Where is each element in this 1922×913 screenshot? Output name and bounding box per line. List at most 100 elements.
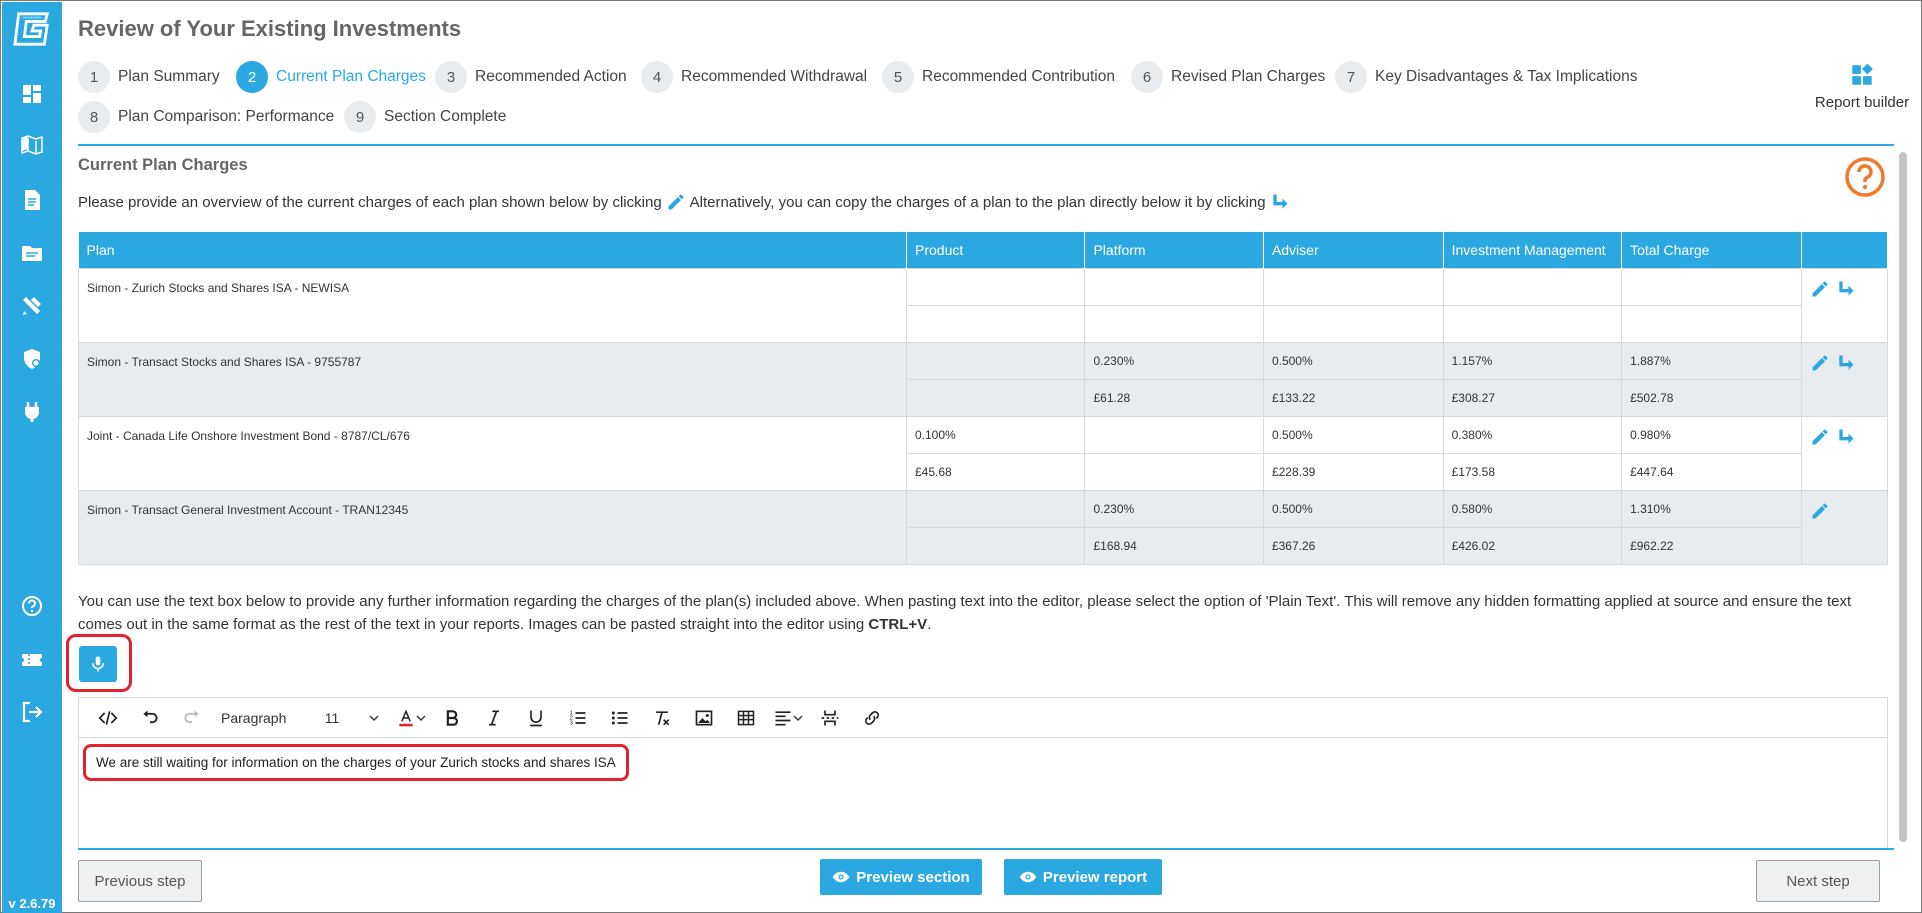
step-5[interactable]: 5 Recommended Contribution	[882, 60, 1115, 94]
edit-pencil-icon[interactable]	[1810, 279, 1830, 299]
editor-content-area[interactable]: We are still waiting for information on …	[79, 738, 1887, 848]
insert-link-button[interactable]	[855, 704, 889, 732]
table-row: Simon - Zurich Stocks and Shares ISA - N…	[78, 267, 1889, 343]
italic-icon	[489, 710, 499, 725]
step-8[interactable]: 8 Plan Comparison: Performance	[78, 100, 334, 134]
document-icon[interactable]	[17, 185, 47, 215]
redo-button[interactable]	[175, 704, 209, 732]
ticket-icon[interactable]	[17, 645, 47, 675]
plan-name-cell: Joint - Canada Life Onshore Investment B…	[78, 415, 907, 491]
bullet-list-button[interactable]	[603, 704, 637, 732]
step-1[interactable]: 1 Plan Summary	[78, 60, 220, 94]
table-cell	[1084, 415, 1264, 454]
step-6[interactable]: 6 Revised Plan Charges	[1131, 60, 1325, 94]
header-divider	[78, 144, 1894, 146]
table-cell: 0.500%	[1262, 415, 1444, 454]
insert-image-button[interactable]	[687, 704, 721, 732]
tools-icon[interactable]	[17, 291, 47, 321]
page-title: Review of Your Existing Investments	[78, 16, 462, 41]
preview-section-button[interactable]: Preview section	[820, 859, 982, 895]
microphone-icon	[92, 656, 104, 672]
table-cell	[1621, 267, 1802, 306]
table-cell: 0.380%	[1442, 415, 1623, 454]
bullet-list-icon	[611, 711, 628, 724]
table-cell: 0.230%	[1084, 341, 1264, 380]
table-cell: £61.28	[1084, 378, 1264, 417]
page-break-button[interactable]	[813, 704, 847, 732]
editor-text[interactable]: We are still waiting for information on …	[83, 744, 629, 781]
align-button[interactable]	[771, 704, 805, 732]
table-cell: 0.980%	[1621, 415, 1802, 454]
shield-user-icon[interactable]	[17, 344, 47, 374]
report-builder-label: Report builder	[1814, 94, 1910, 111]
table-cell: £502.78	[1621, 378, 1802, 417]
code-icon	[98, 710, 118, 725]
underline-button[interactable]	[519, 704, 553, 732]
chevron-down-icon	[416, 715, 426, 721]
row-actions	[1800, 341, 1889, 417]
italic-button[interactable]	[477, 704, 511, 732]
dashboard-icon[interactable]	[17, 79, 47, 109]
table-cell	[1084, 452, 1264, 491]
table-cell	[905, 378, 1086, 417]
copy-down-arrow-icon[interactable]	[1836, 353, 1856, 373]
help-icon[interactable]	[17, 591, 47, 621]
column-header: Investment Management	[1443, 232, 1623, 268]
bold-icon	[446, 709, 458, 726]
app-frame: v 2.6.79 Review of Your Existing Investm…	[0, 0, 1922, 913]
bold-button[interactable]	[435, 704, 469, 732]
step-2[interactable]: 2 Current Plan Charges	[236, 60, 426, 94]
edit-pencil-icon[interactable]	[1810, 501, 1830, 521]
step-3[interactable]: 3 Recommended Action	[435, 60, 627, 94]
logout-icon[interactable]	[17, 697, 47, 727]
preview-report-button[interactable]: Preview report	[1004, 859, 1162, 895]
column-header: Total Charge	[1621, 232, 1802, 268]
text-color-button[interactable]	[395, 704, 427, 732]
content-scrollbar[interactable]	[1898, 152, 1908, 852]
step-7[interactable]: 7 Key Disadvantages & Tax Implications	[1335, 60, 1638, 94]
rich-text-editor: Paragraph 11 123 We are still waiting fo…	[78, 697, 1888, 849]
table-cell	[905, 489, 1086, 528]
help-circle-icon[interactable]	[1844, 156, 1886, 198]
folder-icon[interactable]	[17, 238, 47, 268]
table-cell: £367.26	[1262, 526, 1444, 565]
mic-highlight	[66, 634, 132, 692]
edit-pencil-icon[interactable]	[1810, 353, 1830, 373]
copy-down-arrow-icon[interactable]	[1836, 279, 1856, 299]
table-cell	[1084, 267, 1264, 306]
dictation-button[interactable]	[79, 646, 117, 682]
table-cell: 0.230%	[1084, 489, 1264, 528]
app-logo[interactable]	[13, 10, 51, 48]
notes-instructions: You can use the text box below to provid…	[78, 593, 1852, 633]
source-code-button[interactable]	[91, 704, 125, 732]
undo-icon	[143, 710, 158, 723]
step-4[interactable]: 4 Recommended Withdrawal	[641, 60, 867, 94]
copy-down-arrow-icon[interactable]	[1836, 427, 1856, 447]
numbered-list-button[interactable]: 123	[561, 704, 595, 732]
edit-pencil-icon[interactable]	[1810, 427, 1830, 447]
plan-name-cell: Simon - Zurich Stocks and Shares ISA - N…	[78, 267, 907, 343]
table-icon	[737, 710, 755, 725]
underline-icon	[530, 710, 542, 726]
clear-formatting-button[interactable]	[645, 704, 679, 732]
font-size-select[interactable]: 11	[317, 704, 387, 732]
table-cell	[1442, 267, 1623, 306]
book-map-icon[interactable]	[17, 130, 47, 160]
step-9[interactable]: 9 Section Complete	[344, 100, 506, 134]
scrollbar-thumb[interactable]	[1899, 152, 1907, 842]
pencil-icon	[668, 194, 684, 210]
plug-icon[interactable]	[17, 397, 47, 427]
text-color-icon	[399, 708, 413, 726]
insert-table-button[interactable]	[729, 704, 763, 732]
table-cell	[1262, 304, 1444, 343]
undo-button[interactable]	[133, 704, 167, 732]
table-cell: 0.580%	[1442, 489, 1623, 528]
table-cell	[905, 526, 1086, 565]
next-step-button[interactable]: Next step	[1756, 860, 1880, 902]
block-format-select[interactable]: Paragraph	[217, 704, 309, 732]
report-builder-button[interactable]: Report builder	[1792, 62, 1922, 112]
table-cell: £168.94	[1084, 526, 1264, 565]
previous-step-button[interactable]: Previous step	[78, 860, 202, 902]
table-header-row: Plan Product Platform Adviser Investment…	[78, 232, 1889, 268]
instruction-text: Please provide an overview of the curren…	[78, 192, 1294, 212]
